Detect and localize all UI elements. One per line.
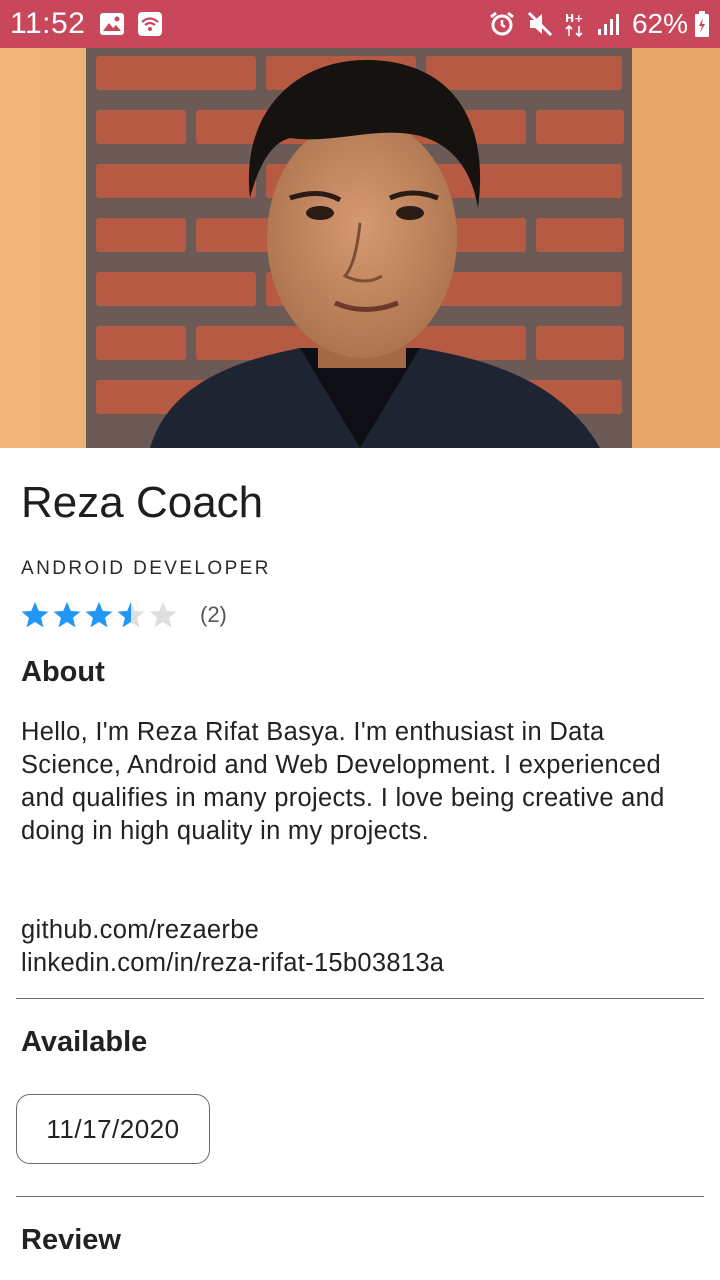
divider (16, 1196, 704, 1197)
rating-count: (2) (200, 602, 227, 627)
github-link[interactable]: github.com/rezaerbe (21, 916, 259, 945)
star-icon (85, 602, 113, 628)
status-bar: 11:52 H+ 62% (0, 0, 720, 48)
mute-icon (526, 10, 554, 38)
alarm-icon (488, 10, 516, 38)
coach-role: ANDROID DEVELOPER (21, 558, 271, 579)
star-icon (149, 602, 177, 628)
star-icon (117, 602, 145, 628)
linkedin-link[interactable]: linkedin.com/in/reza-rifat-15b03813a (21, 949, 444, 978)
status-time: 11:52 (10, 7, 86, 40)
star-icon (21, 602, 49, 628)
image-icon (99, 12, 125, 36)
battery-percent: 62% (631, 8, 688, 39)
available-date-chip[interactable]: 11/17/2020 (16, 1094, 210, 1164)
star-icon (53, 602, 81, 628)
wifi-icon (137, 11, 163, 37)
coach-name: Reza Coach (21, 478, 264, 527)
hplus-icon: H+ (564, 10, 586, 38)
battery-icon (694, 10, 710, 38)
about-text: Hello, I'm Reza Rifat Basya. I'm enthusi… (21, 718, 665, 845)
profile-photo (0, 48, 720, 448)
svg-text:H+: H+ (565, 12, 583, 25)
rating-stars (20, 600, 180, 630)
available-title: Available (21, 1026, 148, 1058)
divider (16, 998, 704, 999)
signal-icon (596, 11, 622, 37)
review-title: Review (21, 1224, 121, 1256)
about-title: About (21, 656, 105, 688)
rating-bar: (2) (20, 600, 227, 630)
